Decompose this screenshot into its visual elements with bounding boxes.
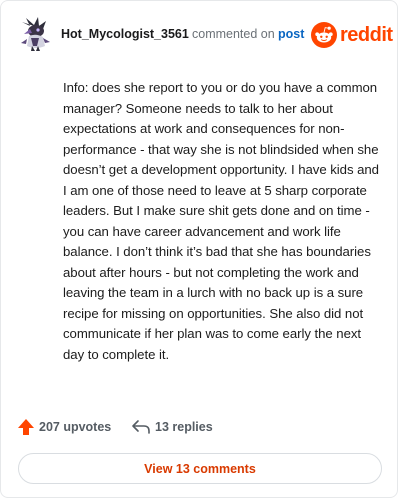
comment-action-text: commented on bbox=[192, 27, 275, 41]
reply-button[interactable]: 13 replies bbox=[131, 417, 213, 437]
reddit-logo[interactable]: reddit bbox=[311, 22, 393, 48]
view-comments-label: View 13 comments bbox=[144, 461, 256, 476]
comment-header: Hot_Mycologist_3561 commented on post re… bbox=[16, 15, 393, 53]
upvote-count: 207 upvotes bbox=[39, 420, 112, 434]
reply-arrow-icon bbox=[132, 420, 150, 434]
upvote-arrow-icon bbox=[18, 419, 34, 435]
view-comments-button[interactable]: View 13 comments bbox=[18, 453, 382, 484]
comment-stats: 207 upvotes 13 replies bbox=[17, 417, 381, 437]
reply-count: 13 replies bbox=[155, 420, 213, 434]
reddit-wordmark: reddit bbox=[340, 24, 393, 46]
post-link[interactable]: post bbox=[278, 27, 304, 41]
comment-body: Info: does she report to you or do you h… bbox=[63, 80, 379, 362]
snoo-avatar-icon[interactable] bbox=[16, 16, 54, 52]
upvote-button[interactable]: 207 upvotes bbox=[17, 417, 111, 437]
reddit-snoo-icon bbox=[311, 22, 337, 48]
comment-card: Hot_Mycologist_3561 commented on post re… bbox=[0, 0, 398, 498]
comment-author[interactable]: Hot_Mycologist_3561 bbox=[61, 27, 189, 41]
